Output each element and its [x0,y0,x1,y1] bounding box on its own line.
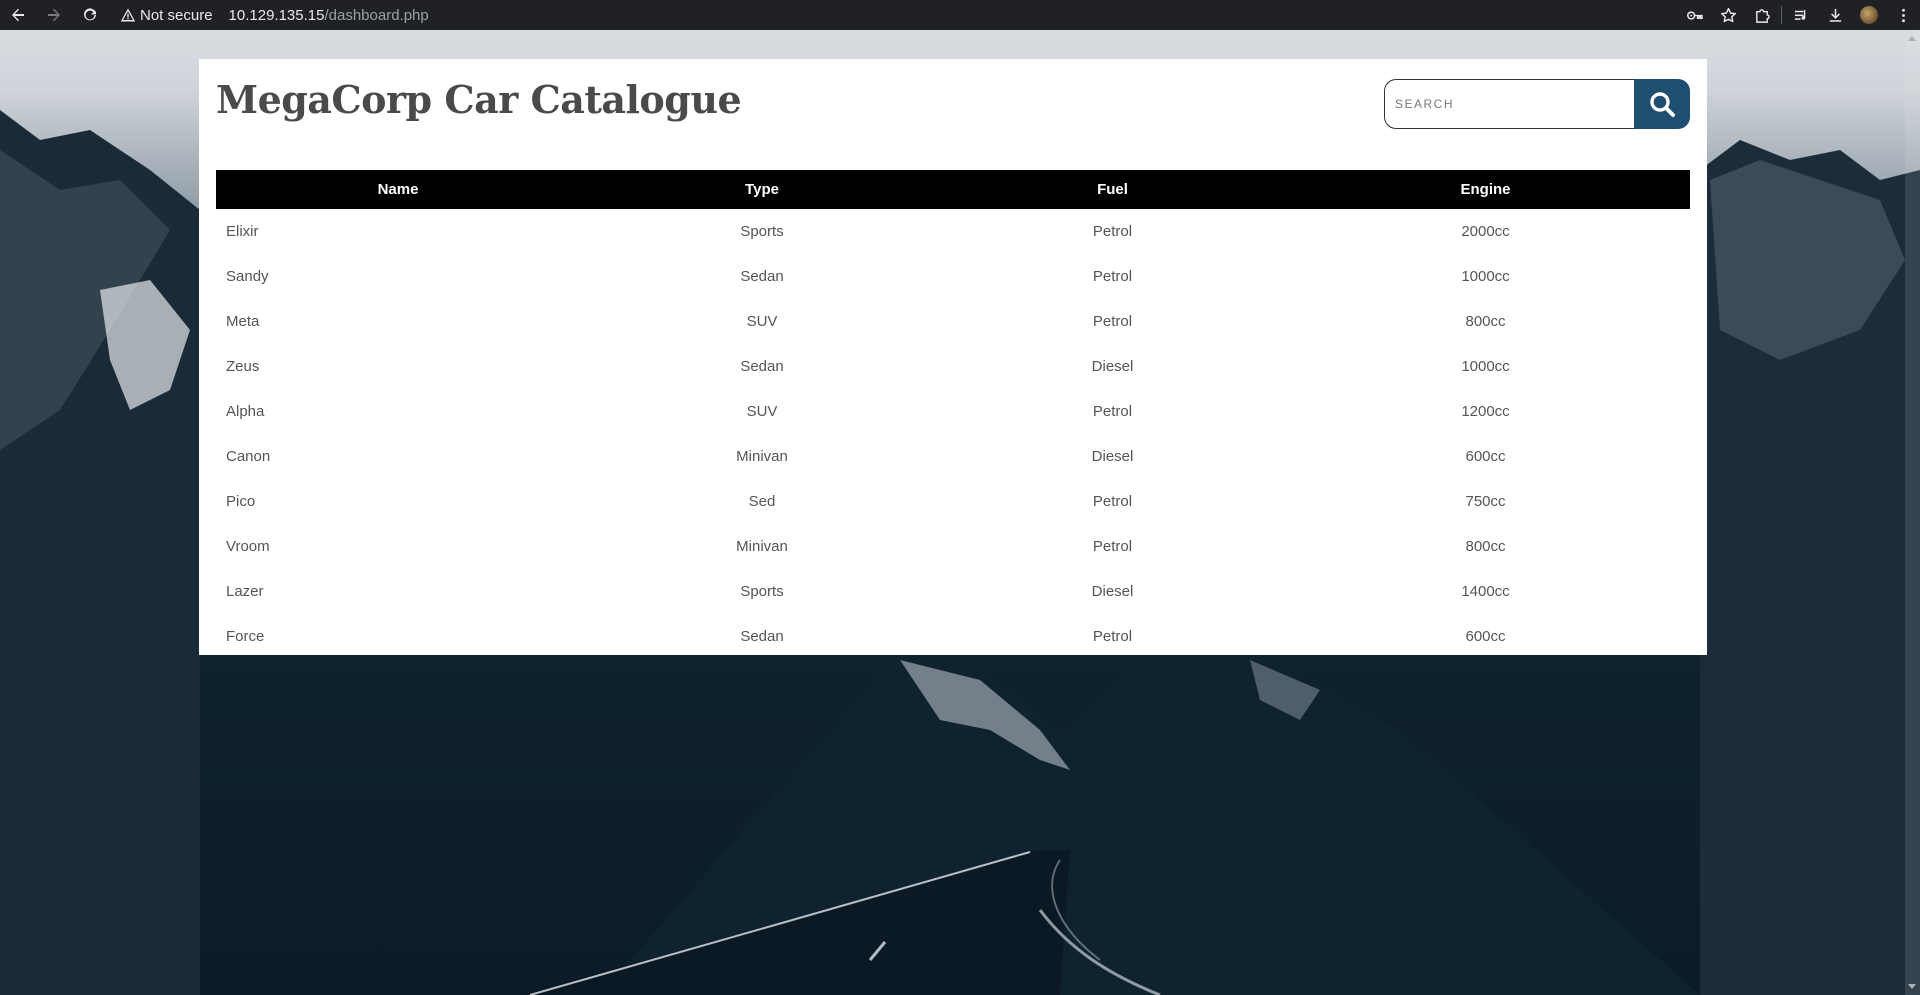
profile-button[interactable] [1852,0,1886,30]
menu-button[interactable] [1886,0,1920,30]
search-icon [1650,92,1675,117]
search-button[interactable] [1634,79,1690,129]
cell-engine: 1000cc [1461,268,1510,285]
password-button[interactable] [1677,0,1711,30]
table-row: Sandy Sedan Petrol 1000cc [216,254,1690,299]
cell-engine: 600cc [1465,448,1506,465]
cell-engine: 800cc [1465,538,1506,555]
reload-button[interactable] [72,0,108,30]
table-row: Pico Sed Petrol 750cc [216,479,1690,524]
warning-icon [120,8,136,22]
table-row: Canon Minivan Diesel 600cc [216,434,1690,479]
page-viewport: MegaCorp Car Catalogue Name Type Fuel En… [0,30,1920,995]
table-row: Alpha SUV Petrol 1200cc [216,389,1690,434]
cell-fuel: Petrol [1092,268,1133,285]
table-row: Vroom Minivan Petrol 800cc [216,524,1690,569]
cell-fuel: Petrol [1092,403,1133,420]
back-button[interactable] [0,0,36,30]
download-button[interactable] [1818,0,1852,30]
search-form [1384,79,1690,129]
cell-type: Minivan [736,538,788,555]
cell-type: SUV [746,313,778,330]
cell-type: Sedan [740,628,784,645]
cell-fuel: Diesel [1091,448,1134,465]
cell-name: Lazer [226,583,264,600]
forward-button[interactable] [36,0,72,30]
car-table: Name Type Fuel Engine Elixir Sports Petr… [216,170,1690,659]
search-input[interactable] [1384,79,1634,129]
cell-fuel: Diesel [1091,358,1134,375]
address-bar[interactable]: Not secure 10.129.135.15/dashboard.php [120,0,429,30]
cell-type: Sports [740,583,784,600]
cell-fuel: Petrol [1092,223,1133,240]
cell-name: Sandy [226,268,269,285]
table-header-row: Name Type Fuel Engine [216,170,1690,209]
cell-fuel: Petrol [1092,628,1133,645]
url-path: /dashboard.php [324,6,429,24]
header-engine[interactable]: Engine [1281,170,1690,209]
bookmark-button[interactable] [1711,0,1745,30]
cell-fuel: Diesel [1091,583,1134,600]
extensions-icon [1755,8,1770,23]
browser-toolbar: Not secure 10.129.135.15/dashboard.php [0,0,1920,30]
star-icon [1720,7,1736,22]
download-icon [1829,8,1841,22]
back-icon [12,8,24,22]
toolbar-actions [1677,0,1920,30]
cell-name: Elixir [226,223,259,240]
cell-engine: 750cc [1465,493,1506,510]
table-row: Force Sedan Petrol 600cc [216,614,1690,659]
header-name[interactable]: Name [216,170,580,209]
reload-icon [84,8,96,21]
cell-type: Sports [740,223,784,240]
cell-name: Pico [226,493,256,510]
header-fuel[interactable]: Fuel [944,170,1281,209]
key-icon [1686,10,1703,20]
cell-engine: 800cc [1465,313,1506,330]
table-row: Zeus Sedan Diesel 1000cc [216,344,1690,389]
cell-engine: 1200cc [1461,403,1510,420]
extensions-button[interactable] [1745,0,1779,30]
cell-engine: 600cc [1465,628,1506,645]
scroll-down-icon[interactable] [1908,984,1916,989]
avatar [1860,6,1878,24]
cell-fuel: Petrol [1092,538,1133,555]
cell-fuel: Petrol [1092,313,1133,330]
cell-name: Vroom [226,538,270,555]
menu-icon [1901,8,1905,22]
url-host: 10.129.135.15 [228,6,325,24]
cell-name: Meta [226,313,260,330]
cell-engine: 1400cc [1461,583,1510,600]
cell-engine: 2000cc [1461,223,1510,240]
cell-engine: 1000cc [1461,358,1510,375]
cell-fuel: Petrol [1092,493,1133,510]
table-row: Meta SUV Petrol 800cc [216,299,1690,344]
table-row: Elixir Sports Petrol 2000cc [216,209,1690,254]
cell-type: Sedan [740,268,784,285]
cell-name: Force [226,628,265,645]
cell-name: Canon [226,448,271,465]
forward-icon [48,8,60,22]
page-title: MegaCorp Car Catalogue [216,77,742,122]
catalogue-card: MegaCorp Car Catalogue Name Type Fuel En… [199,59,1707,655]
cell-type: SUV [746,403,778,420]
header-type[interactable]: Type [580,170,944,209]
cell-name: Zeus [226,358,260,375]
security-label[interactable]: Not secure [140,7,213,24]
scroll-up-icon[interactable] [1908,36,1916,41]
cell-type: Sed [748,493,776,510]
cell-type: Sedan [740,358,784,375]
cell-name: Alpha [226,403,265,420]
table-row: Lazer Sports Diesel 1400cc [216,569,1690,614]
media-button[interactable] [1784,0,1818,30]
toolbar-separator [1781,6,1782,24]
media-icon [1794,9,1805,20]
page-scrollbar[interactable] [1905,30,1920,995]
cell-type: Minivan [736,448,788,465]
